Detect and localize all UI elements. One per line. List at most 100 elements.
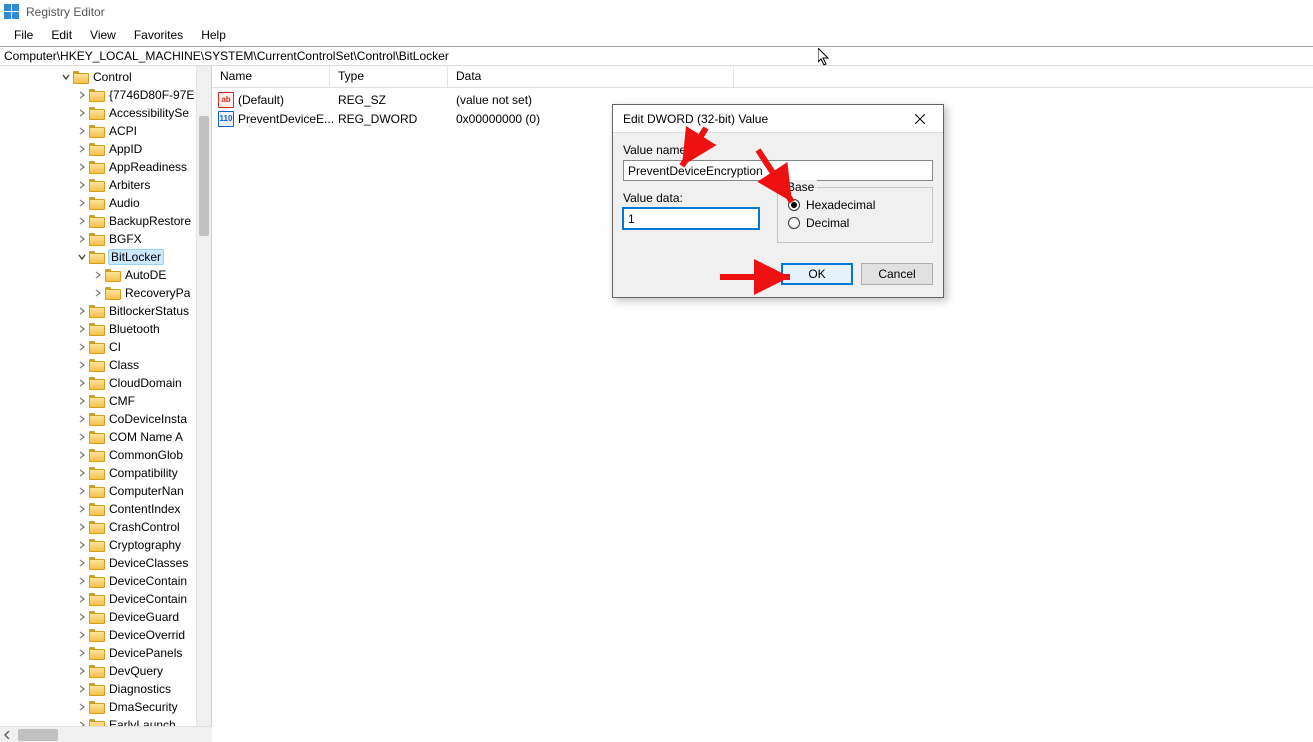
tree-scrollbar-thumb[interactable]: [199, 116, 209, 236]
chevron-right-icon[interactable]: [76, 413, 88, 425]
value-type: REG_SZ: [338, 93, 456, 107]
chevron-right-icon[interactable]: [92, 287, 104, 299]
cancel-button[interactable]: Cancel: [861, 263, 933, 285]
chevron-right-icon[interactable]: [76, 125, 88, 137]
tree-item-bitlocker[interactable]: BitLocker: [0, 248, 211, 266]
value-name-field[interactable]: [623, 160, 933, 181]
chevron-right-icon[interactable]: [76, 683, 88, 695]
tree-hscrollbar[interactable]: [0, 726, 212, 742]
tree-item-devquery[interactable]: DevQuery: [0, 662, 211, 680]
chevron-right-icon[interactable]: [76, 521, 88, 533]
tree-item-bgfx[interactable]: BGFX: [0, 230, 211, 248]
chevron-right-icon[interactable]: [76, 611, 88, 623]
chevron-right-icon[interactable]: [76, 233, 88, 245]
folder-icon: [89, 376, 105, 390]
chevron-right-icon[interactable]: [76, 107, 88, 119]
tree-item-deviceguard[interactable]: DeviceGuard: [0, 608, 211, 626]
chevron-right-icon[interactable]: [76, 449, 88, 461]
radio-hexadecimal[interactable]: Hexadecimal: [788, 196, 922, 214]
value-data-field[interactable]: [623, 208, 759, 229]
tree-item-appreadiness[interactable]: AppReadiness: [0, 158, 211, 176]
tree-item-contentindex[interactable]: ContentIndex: [0, 500, 211, 518]
dialog-titlebar[interactable]: Edit DWORD (32-bit) Value: [613, 105, 943, 133]
hscroll-thumb[interactable]: [18, 729, 58, 741]
chevron-right-icon[interactable]: [76, 197, 88, 209]
tree-item-earlylaunch[interactable]: EarlyLaunch: [0, 716, 211, 726]
chevron-right-icon[interactable]: [76, 701, 88, 713]
tree-item-diagnostics[interactable]: Diagnostics: [0, 680, 211, 698]
chevron-right-icon[interactable]: [76, 665, 88, 677]
folder-icon: [89, 214, 105, 228]
chevron-right-icon[interactable]: [76, 215, 88, 227]
chevron-right-icon[interactable]: [76, 89, 88, 101]
chevron-right-icon[interactable]: [76, 161, 88, 173]
menu-edit[interactable]: Edit: [43, 27, 80, 43]
tree-item-dmasecurity[interactable]: DmaSecurity: [0, 698, 211, 716]
tree-item-accessibilityse[interactable]: AccessibilitySe: [0, 104, 211, 122]
tree-item-control[interactable]: Control: [0, 68, 211, 86]
ok-button[interactable]: OK: [781, 263, 853, 285]
chevron-right-icon[interactable]: [76, 305, 88, 317]
chevron-down-icon[interactable]: [76, 251, 88, 263]
chevron-right-icon[interactable]: [76, 359, 88, 371]
tree-item-recoverypa[interactable]: RecoveryPa: [0, 284, 211, 302]
chevron-right-icon[interactable]: [76, 647, 88, 659]
chevron-right-icon[interactable]: [76, 467, 88, 479]
col-name[interactable]: Name: [212, 66, 330, 87]
tree-item-codeviceinsta[interactable]: CoDeviceInsta: [0, 410, 211, 428]
tree-item-bluetooth[interactable]: Bluetooth: [0, 320, 211, 338]
tree-item-com-name-a[interactable]: COM Name A: [0, 428, 211, 446]
tree-item-arbiters[interactable]: Arbiters: [0, 176, 211, 194]
chevron-right-icon[interactable]: [76, 575, 88, 587]
chevron-right-icon[interactable]: [76, 341, 88, 353]
tree-item-devicecontain[interactable]: DeviceContain: [0, 590, 211, 608]
radio-decimal[interactable]: Decimal: [788, 214, 922, 232]
chevron-right-icon[interactable]: [76, 179, 88, 191]
chevron-right-icon[interactable]: [76, 323, 88, 335]
tree-item--7746d80f-97e[interactable]: {7746D80F-97E: [0, 86, 211, 104]
chevron-right-icon[interactable]: [76, 143, 88, 155]
menu-help[interactable]: Help: [193, 27, 234, 43]
tree-item-audio[interactable]: Audio: [0, 194, 211, 212]
hscroll-left-button[interactable]: [0, 728, 16, 742]
tree-scrollbar[interactable]: [196, 66, 211, 726]
tree-item-computernan[interactable]: ComputerNan: [0, 482, 211, 500]
tree-item-cryptography[interactable]: Cryptography: [0, 536, 211, 554]
tree-item-acpi[interactable]: ACPI: [0, 122, 211, 140]
tree-item-clouddomain[interactable]: CloudDomain: [0, 374, 211, 392]
chevron-right-icon[interactable]: [76, 557, 88, 569]
chevron-right-icon[interactable]: [76, 503, 88, 515]
tree-item-backuprestore[interactable]: BackupRestore: [0, 212, 211, 230]
address-bar[interactable]: Computer\HKEY_LOCAL_MACHINE\SYSTEM\Curre…: [0, 46, 1313, 66]
chevron-right-icon[interactable]: [76, 593, 88, 605]
menu-view[interactable]: View: [82, 27, 124, 43]
tree-item-deviceclasses[interactable]: DeviceClasses: [0, 554, 211, 572]
tree-item-commonglob[interactable]: CommonGlob: [0, 446, 211, 464]
chevron-right-icon[interactable]: [76, 431, 88, 443]
menu-file[interactable]: File: [6, 27, 41, 43]
chevron-right-icon[interactable]: [92, 269, 104, 281]
close-icon[interactable]: [903, 108, 937, 130]
tree-item-crashcontrol[interactable]: CrashControl: [0, 518, 211, 536]
tree-item-class[interactable]: Class: [0, 356, 211, 374]
tree-item-bitlockerstatus[interactable]: BitlockerStatus: [0, 302, 211, 320]
tree-item-devicecontain[interactable]: DeviceContain: [0, 572, 211, 590]
tree-item-cmf[interactable]: CMF: [0, 392, 211, 410]
tree-item-deviceoverrid[interactable]: DeviceOverrid: [0, 626, 211, 644]
tree-item-compatibility[interactable]: Compatibility: [0, 464, 211, 482]
tree-item-appid[interactable]: AppID: [0, 140, 211, 158]
chevron-right-icon[interactable]: [76, 485, 88, 497]
chevron-right-icon[interactable]: [76, 395, 88, 407]
chevron-down-icon[interactable]: [60, 71, 72, 83]
menu-favorites[interactable]: Favorites: [126, 27, 191, 43]
chevron-right-icon[interactable]: [76, 629, 88, 641]
chevron-right-icon[interactable]: [76, 719, 88, 726]
chevron-right-icon[interactable]: [76, 377, 88, 389]
registry-tree[interactable]: Control{7746D80F-97EAccessibilitySeACPIA…: [0, 66, 211, 726]
tree-item-ci[interactable]: CI: [0, 338, 211, 356]
tree-item-devicepanels[interactable]: DevicePanels: [0, 644, 211, 662]
chevron-right-icon[interactable]: [76, 539, 88, 551]
col-type[interactable]: Type: [330, 66, 448, 87]
tree-item-autode[interactable]: AutoDE: [0, 266, 211, 284]
col-data[interactable]: Data: [448, 66, 734, 87]
